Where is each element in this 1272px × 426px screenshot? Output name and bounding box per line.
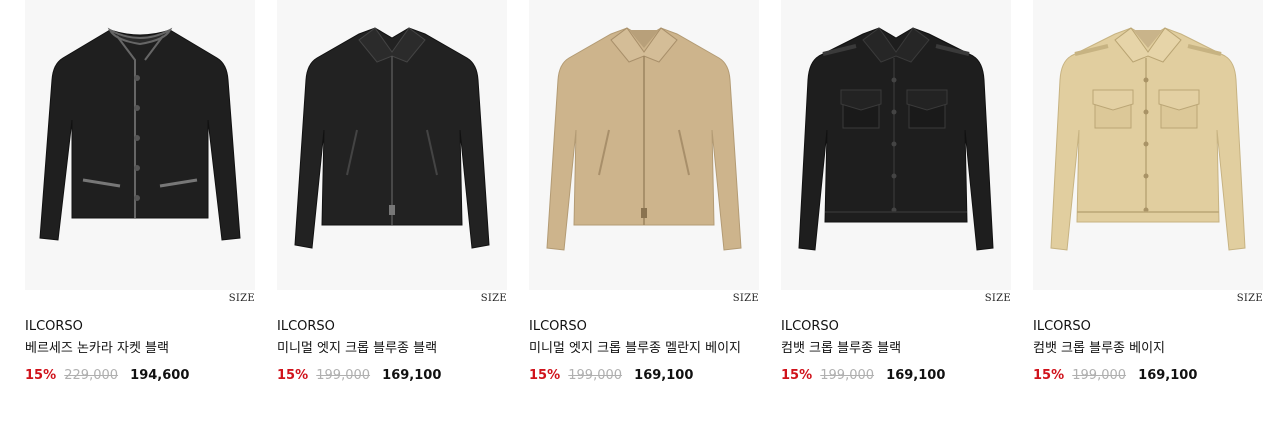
product-name[interactable]: 베르세즈 논카라 자켓 블랙 [25,341,255,356]
product-image[interactable] [1033,0,1263,290]
sale-price: 194,600 [130,368,190,383]
price-row: 15% 199,000 169,100 [277,368,507,383]
size-link[interactable]: SIZE [733,293,759,304]
discount-rate: 15% [1033,368,1065,383]
original-price: 199,000 [820,368,875,383]
product-brand[interactable]: ILCORSO [277,320,507,334]
product-brand[interactable]: ILCORSO [781,320,1011,334]
product-image[interactable] [25,0,255,290]
discount-rate: 15% [25,368,57,383]
beige-combat-blouson-icon [1050,27,1246,251]
size-link[interactable]: SIZE [229,293,255,304]
product-card[interactable]: SIZE ILCORSO 베르세즈 논카라 자켓 블랙 15% 229,000 … [25,0,255,383]
product-card[interactable]: SIZE ILCORSO 미니멀 엣지 크롭 블루종 블랙 15% 199,00… [277,0,507,383]
beige-linen-zip-blouson-icon [546,27,742,251]
sale-price: 169,100 [886,368,946,383]
product-name[interactable]: 컴뱃 크롭 블루종 블랙 [781,341,1011,356]
product-name[interactable]: 컴뱃 크롭 블루종 베이지 [1033,341,1263,356]
price-row: 15% 199,000 169,100 [781,368,1011,383]
product-brand[interactable]: ILCORSO [1033,320,1263,334]
original-price: 199,000 [316,368,371,383]
original-price: 199,000 [1072,368,1127,383]
discount-rate: 15% [277,368,309,383]
discount-rate: 15% [529,368,561,383]
original-price: 229,000 [64,368,119,383]
product-card[interactable]: SIZE ILCORSO 컴뱃 크롭 블루종 베이지 15% 199,000 1… [1033,0,1263,383]
product-image[interactable] [277,0,507,290]
black-collarless-jacket-icon [39,27,241,241]
discount-rate: 15% [781,368,813,383]
original-price: 199,000 [568,368,623,383]
size-link[interactable]: SIZE [985,293,1011,304]
price-row: 15% 199,000 169,100 [529,368,759,383]
product-card[interactable]: SIZE ILCORSO 미니멀 엣지 크롭 블루종 멜란지 베이지 15% 1… [529,0,759,383]
product-name[interactable]: 미니멀 엣지 크롭 블루종 멜란지 베이지 [529,341,759,356]
product-image[interactable] [529,0,759,290]
sale-price: 169,100 [1138,368,1198,383]
product-name[interactable]: 미니멀 엣지 크롭 블루종 블랙 [277,341,507,356]
product-image[interactable] [781,0,1011,290]
product-brand[interactable]: ILCORSO [529,320,759,334]
price-row: 15% 229,000 194,600 [25,368,255,383]
price-row: 15% 199,000 169,100 [1033,368,1263,383]
size-link[interactable]: SIZE [1237,293,1263,304]
sale-price: 169,100 [634,368,694,383]
product-brand[interactable]: ILCORSO [25,320,255,334]
product-card[interactable]: SIZE ILCORSO 컴뱃 크롭 블루종 블랙 15% 199,000 16… [781,0,1011,383]
product-grid: SIZE ILCORSO 베르세즈 논카라 자켓 블랙 15% 229,000 … [0,0,1272,383]
black-combat-blouson-icon [798,27,994,251]
sale-price: 169,100 [382,368,442,383]
black-zip-blouson-icon [294,27,490,249]
size-link[interactable]: SIZE [481,293,507,304]
